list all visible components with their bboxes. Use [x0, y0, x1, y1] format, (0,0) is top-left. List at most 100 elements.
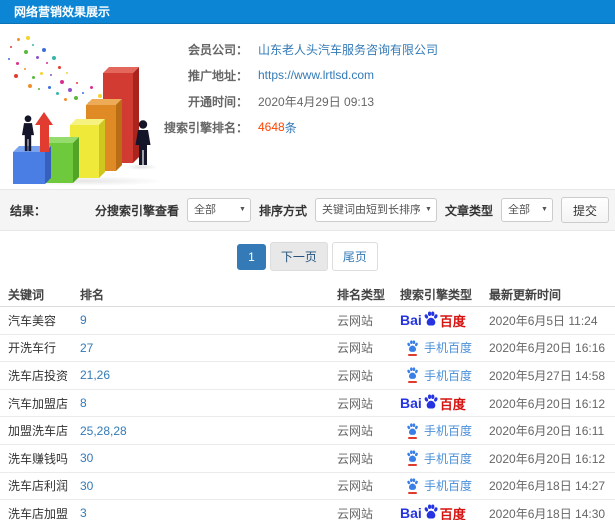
keyword-cell: 加盟洗车店	[0, 416, 80, 445]
rank-type-cell: 云网站	[337, 416, 400, 445]
businessman-left-figure	[22, 115, 34, 152]
article-type-select[interactable]: 全部	[500, 198, 553, 222]
baidu-logo-text-bai: Bai	[400, 505, 422, 520]
table-row: 洗车店加盟 3 云网站 Bai 百度 2020年6月18日 14:30	[0, 499, 615, 520]
open-time-value: 2020年4月29日 09:13	[258, 94, 375, 109]
baidu-paw-icon	[424, 311, 438, 326]
column-header-keyword: 关键词	[0, 282, 80, 307]
table-row: 加盟洗车店 25,28,28 云网站 手机百度 2020年6月20日 16:11	[0, 416, 615, 445]
mobile-baidu-underline	[408, 491, 417, 494]
rank-cell[interactable]: 27	[80, 333, 337, 362]
baidu-logo-text-hanzi: 百度	[439, 506, 466, 520]
baidu-paw-icon	[424, 504, 438, 520]
mobile-baidu-logo: 手机百度	[406, 477, 472, 494]
illustration-bar-blue	[13, 152, 45, 184]
baidu-logo: Bai 百度	[400, 394, 466, 413]
sort-filter-select[interactable]: 关键词由短到长排序	[314, 198, 437, 222]
updated-cell: 2020年6月20日 16:12	[489, 443, 615, 473]
updated-cell: 2020年6月18日 14:30	[489, 499, 615, 520]
rank-type-cell: 云网站	[337, 499, 400, 520]
baidu-logo: Bai 百度	[400, 311, 466, 330]
table-row: 洗车赚钱吗 30 云网站 手机百度 2020年6月20日 16:12	[0, 443, 615, 473]
businessman-right-figure	[135, 120, 151, 165]
mobile-baidu-label: 手机百度	[424, 451, 473, 466]
mobile-baidu-paw-wrap	[406, 423, 419, 439]
sort-filter-label: 排序方式	[258, 203, 307, 218]
pagination-last-button[interactable]: 尾页	[331, 242, 378, 271]
keyword-cell: 洗车店加盟	[0, 499, 80, 520]
column-header-rank: 排名	[80, 282, 337, 307]
updated-cell: 2020年6月20日 16:11	[489, 416, 615, 445]
mobile-baidu-paw-icon	[407, 450, 418, 463]
open-time-label: 开通时间：	[187, 94, 248, 109]
results-table-body: 汽车美容 9 云网站 Bai 百度 2020年6月5日 11:24 开洗车行 2…	[0, 307, 615, 520]
updated-cell: 2020年6月20日 16:12	[489, 388, 615, 417]
table-row: 汽车加盟店 8 云网站 Bai 百度 2020年6月20日 16:12	[0, 388, 615, 417]
pagination-next-button[interactable]: 下一页	[269, 242, 328, 271]
table-row: 汽车美容 9 云网站 Bai 百度 2020年6月5日 11:24	[0, 307, 615, 335]
result-label: 结果：	[10, 203, 47, 218]
info-section: 会员公司： 山东老人头汽车服务咨询有限公司 推广地址： https://www.…	[0, 24, 615, 189]
submit-button[interactable]: 提交	[560, 197, 609, 223]
article-type-label: 文章类型	[444, 203, 493, 218]
engine-rank-row: 搜索引擎排名： 4648 条	[148, 114, 438, 140]
mobile-baidu-paw-icon	[407, 478, 418, 490]
table-header-row: 关键词 排名 排名类型 搜索引擎类型 最新更新时间	[0, 282, 615, 307]
column-header-engine-type: 搜索引擎类型	[400, 282, 489, 307]
keyword-cell: 汽车加盟店	[0, 388, 80, 417]
updated-cell: 2020年6月18日 14:27	[489, 471, 615, 500]
baidu-logo-text-hanzi: 百度	[439, 396, 466, 412]
keyword-cell: 汽车美容	[8, 313, 57, 328]
engine-cell: Bai 百度	[400, 388, 489, 417]
keyword-cell: 洗车店投资	[0, 361, 80, 390]
column-header-updated: 最新更新时间	[489, 282, 615, 307]
engine-cell: 手机百度	[400, 416, 489, 445]
mobile-baidu-logo: 手机百度	[406, 367, 472, 384]
rank-cell[interactable]: 21,26	[80, 361, 337, 390]
member-company-row: 会员公司： 山东老人头汽车服务咨询有限公司	[148, 36, 438, 62]
keyword-cell: 开洗车行	[0, 333, 80, 362]
updated-cell: 2020年6月20日 16:16	[489, 333, 615, 362]
results-table: 关键词 排名 排名类型 搜索引擎类型 最新更新时间 汽车美容 9 云网站 Bai…	[0, 282, 615, 520]
engine-filter-wrap: 全部	[186, 198, 251, 222]
article-type-wrap: 全部	[500, 198, 553, 222]
rank-cell[interactable]: 9	[80, 307, 337, 335]
rank-type-cell: 云网站	[337, 471, 400, 500]
filter-controls: 分搜索引擎查看 全部 排序方式 关键词由短到长排序 文章类型 全部 提交	[95, 197, 615, 223]
mobile-baidu-logo: 手机百度	[406, 422, 472, 439]
pagination-current-page[interactable]: 1	[237, 243, 266, 270]
mobile-baidu-paw-wrap	[406, 478, 419, 494]
rank-cell[interactable]: 8	[80, 388, 337, 417]
baidu-logo-text-bai: Bai	[400, 395, 422, 412]
rank-cell[interactable]: 25,28,28	[80, 416, 337, 445]
updated-cell: 2020年5月27日 14:58	[489, 361, 615, 390]
mobile-baidu-logo: 手机百度	[406, 339, 472, 356]
mobile-baidu-paw-icon	[407, 423, 418, 435]
promo-url-link[interactable]: https://www.lrtlsd.com	[258, 68, 374, 82]
table-row: 洗车店投资 21,26 云网站 手机百度 2020年5月27日 14:58	[0, 361, 615, 390]
rank-cell[interactable]: 3	[80, 499, 337, 520]
engine-cell: 手机百度	[400, 443, 489, 473]
page-title: 网络营销效果展示	[14, 5, 111, 19]
engine-cell: 手机百度	[400, 333, 489, 362]
updated-cell: 2020年6月5日 11:24	[489, 313, 598, 328]
up-arrow-stem	[39, 125, 49, 152]
member-company-link[interactable]: 山东老人头汽车服务咨询有限公司	[258, 41, 438, 58]
rank-cell[interactable]: 30	[80, 443, 337, 473]
mobile-baidu-label: 手机百度	[424, 368, 473, 383]
promo-url-row: 推广地址： https://www.lrtlsd.com	[148, 62, 438, 88]
baidu-logo: Bai 百度	[400, 504, 466, 520]
mobile-baidu-paw-wrap	[406, 450, 419, 467]
table-row: 开洗车行 27 云网站 手机百度 2020年6月20日 16:16	[0, 333, 615, 362]
engine-cell: Bai 百度	[400, 499, 489, 520]
mobile-baidu-label: 手机百度	[424, 341, 473, 356]
rank-cell[interactable]: 30	[80, 471, 337, 500]
engine-cell: 手机百度	[400, 361, 489, 390]
engine-filter-select[interactable]: 全部	[186, 198, 251, 222]
pagination: 1 下一页 尾页	[0, 231, 615, 282]
rank-type-cell: 云网站	[337, 361, 400, 390]
company-info: 会员公司： 山东老人头汽车服务咨询有限公司 推广地址： https://www.…	[148, 36, 438, 140]
mobile-baidu-underline	[408, 381, 417, 384]
engine-rank-unit-link[interactable]: 条	[285, 119, 297, 136]
baidu-paw-icon	[424, 394, 438, 409]
